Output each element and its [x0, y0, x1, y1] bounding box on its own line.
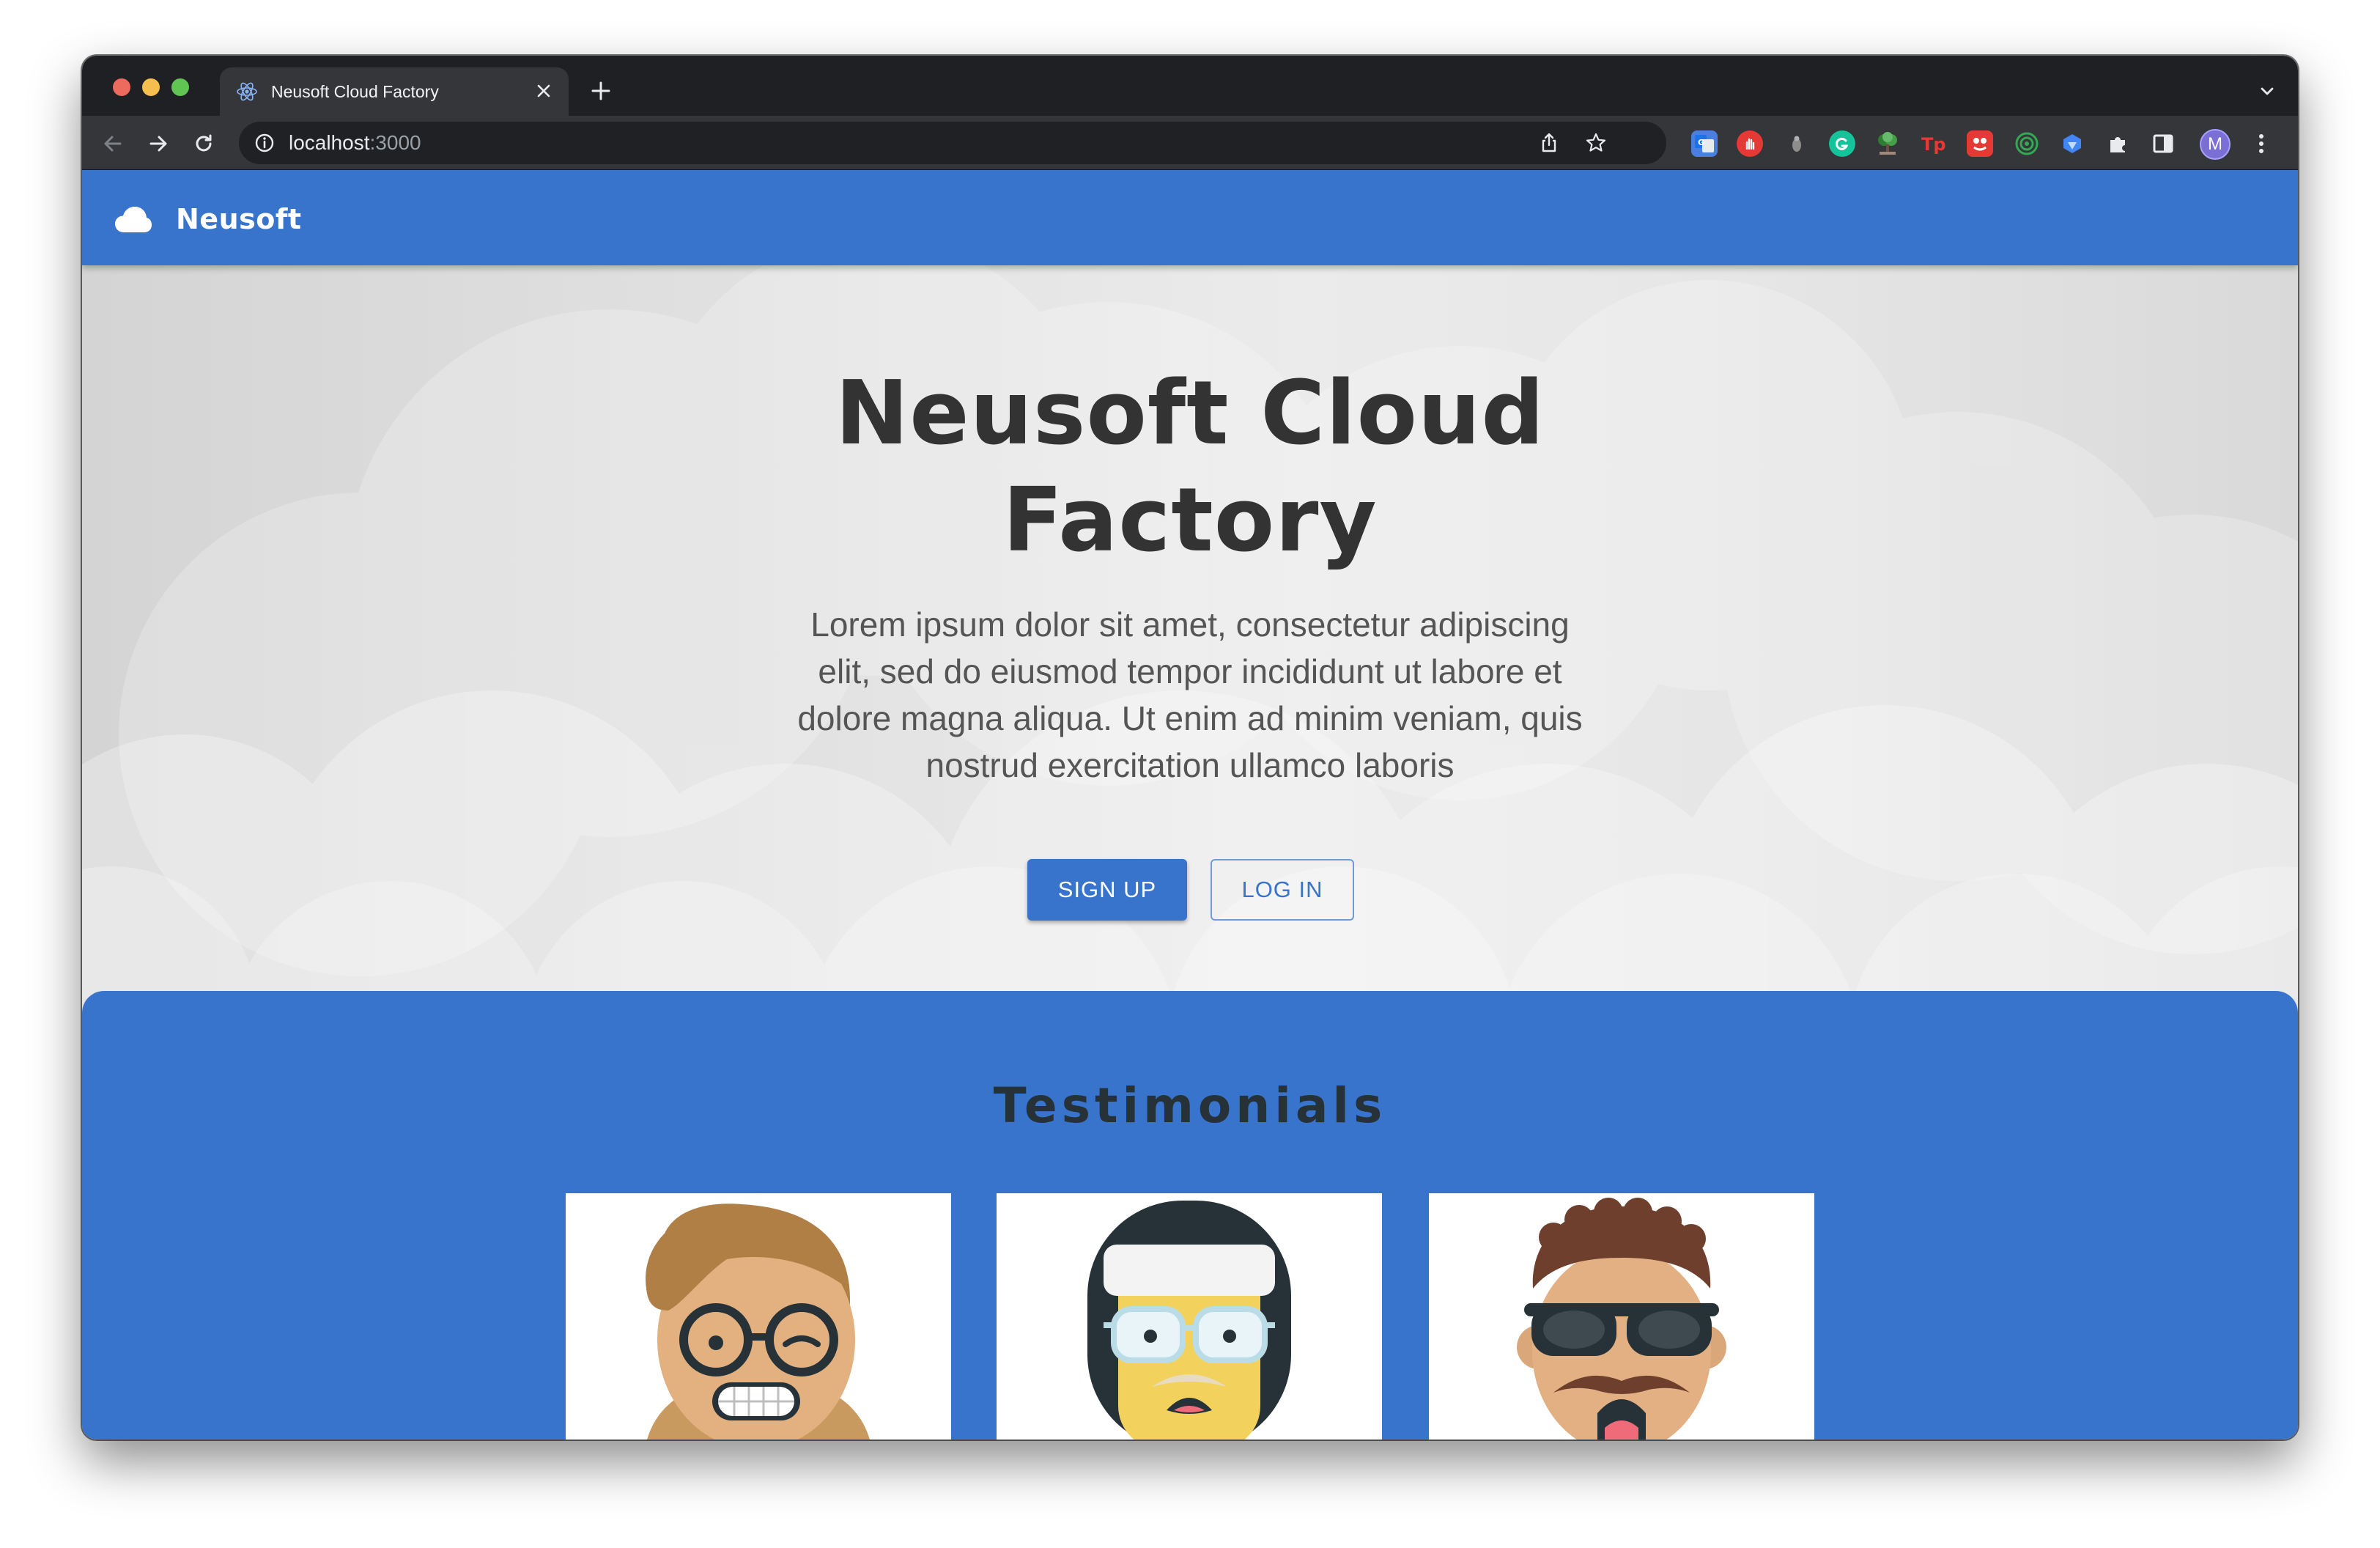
testimonial-card[interactable]: [997, 1193, 1382, 1440]
close-icon[interactable]: [532, 79, 555, 103]
browser-toolbar: localhost:3000 G Tp M: [82, 116, 2298, 170]
cloud-icon[interactable]: [114, 205, 152, 235]
svg-text:Tp: Tp: [1921, 134, 1946, 155]
maximize-window-button[interactable]: [171, 78, 189, 96]
url-port: :3000: [369, 131, 421, 154]
headband-glasses-avatar: [1087, 1201, 1291, 1440]
signup-button[interactable]: SIGN UP: [1027, 859, 1187, 921]
minimize-window-button[interactable]: [142, 78, 160, 96]
testimonials-section: Testimonials: [82, 991, 2298, 1440]
app-header: Neusoft: [82, 170, 2298, 265]
translate-icon[interactable]: G: [1691, 130, 1718, 157]
info-icon[interactable]: [254, 132, 276, 154]
reload-icon[interactable]: [189, 129, 218, 158]
sidebar-icon[interactable]: [2150, 130, 2176, 157]
blue-ext-icon[interactable]: [2059, 130, 2085, 157]
hero-title-line1: Neusoft Cloud: [835, 363, 1545, 465]
testimonial-card[interactable]: [1429, 1193, 1814, 1440]
hero-section: Neusoft Cloud Factory Lorem ipsum dolor …: [82, 265, 2298, 998]
url-host: localhost: [289, 131, 370, 154]
star-icon[interactable]: [1584, 131, 1608, 155]
dot-icon[interactable]: [1784, 130, 1810, 157]
red-ext-icon[interactable]: [1967, 130, 1993, 157]
url-text: localhost:3000: [289, 130, 421, 155]
forward-icon[interactable]: [144, 129, 173, 158]
hero-title-line2: Factory: [1002, 470, 1378, 572]
kebab-menu-icon[interactable]: [2248, 130, 2274, 157]
target-icon[interactable]: [2014, 130, 2040, 157]
new-tab-icon[interactable]: [588, 78, 614, 104]
tab-title: Neusoft Cloud Factory: [271, 82, 439, 101]
login-button[interactable]: LOG IN: [1211, 859, 1354, 921]
address-bar[interactable]: localhost:3000: [239, 122, 1666, 164]
hero-title: Neusoft Cloud Factory: [824, 361, 1556, 575]
brand-name[interactable]: Neusoft: [176, 199, 302, 239]
grammarly-icon[interactable]: [1829, 130, 1855, 157]
tree-icon[interactable]: [1874, 130, 1901, 157]
hero-description: Lorem ipsum dolor sit amet, consectetur …: [797, 605, 1583, 784]
back-icon[interactable]: [98, 129, 128, 158]
testimonial-card[interactable]: [566, 1193, 951, 1440]
tab-active[interactable]: Neusoft Cloud Factory: [220, 67, 569, 116]
winking-glasses-avatar: [646, 1204, 870, 1440]
browser-window: Neusoft Cloud Factory localhost:3000 G T…: [82, 56, 2298, 1440]
tp-icon[interactable]: Tp: [1921, 130, 1948, 157]
testimonials-heading: Testimonials: [993, 1077, 1387, 1134]
chevron-down-icon[interactable]: [2255, 79, 2279, 103]
sunglasses-mustache-avatar: [1517, 1198, 1726, 1440]
share-icon[interactable]: [1537, 131, 1561, 155]
svg-text:G: G: [1698, 138, 1704, 147]
profile-avatar[interactable]: M: [2200, 129, 2231, 160]
close-window-button[interactable]: [113, 78, 130, 96]
adblock-icon[interactable]: [1737, 130, 1763, 157]
tab-strip: Neusoft Cloud Factory: [82, 56, 2298, 116]
puzzle-icon[interactable]: [2104, 130, 2131, 157]
react-icon: [236, 81, 258, 103]
